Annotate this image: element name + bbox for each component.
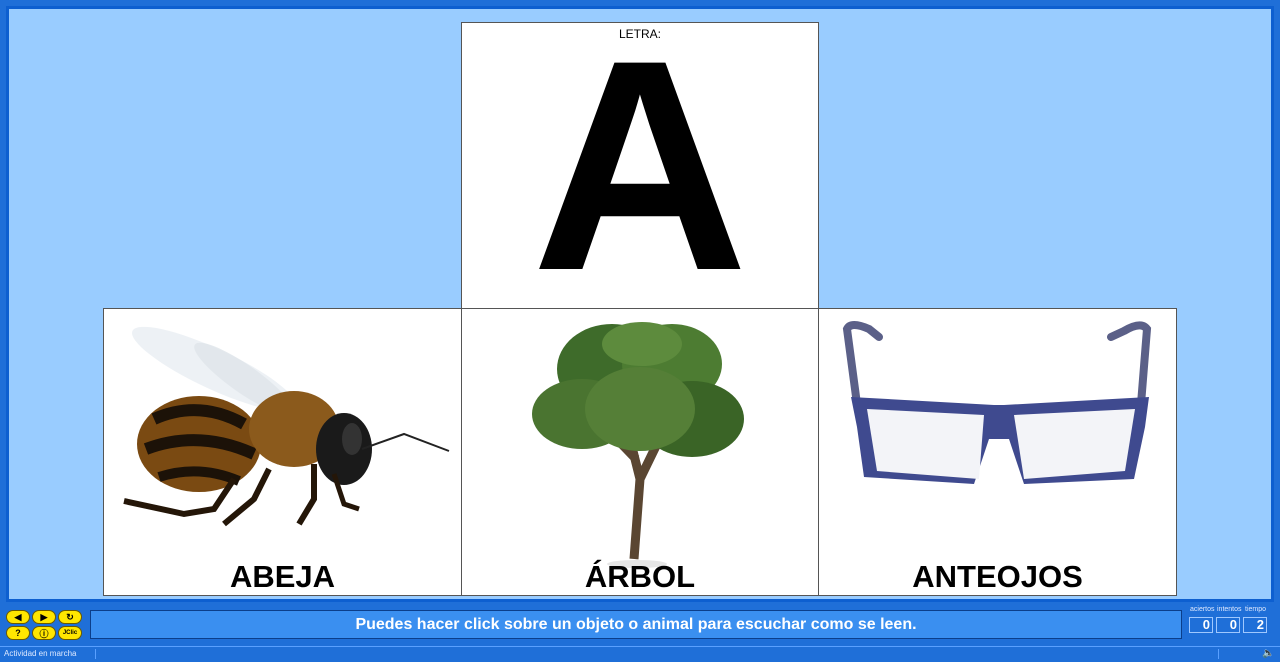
message-box: Puedes hacer click sobre un objeto o ani…	[90, 610, 1182, 639]
tree-picture	[532, 322, 744, 568]
glasses-picture	[842, 321, 1152, 484]
info-icon[interactable]: ⓘ	[32, 626, 56, 640]
aciertos-counter: 0	[1189, 617, 1213, 633]
status-bar: Actividad en marcha 🔈	[0, 646, 1280, 662]
aciertos-label: aciertos	[1190, 606, 1215, 613]
bee-picture	[123, 326, 450, 527]
control-bar: ◀ ▶ ↻ ? ⓘ JClic Puedes hacer click sobre…	[0, 602, 1280, 646]
intentos-counter: 0	[1216, 617, 1240, 633]
tiempo-label: tiempo	[1245, 606, 1267, 613]
activity-stage: LETRA: A ABEJA ÁRBOL ANTEOJOS	[6, 6, 1274, 602]
word-anteojos: ANTEOJOS	[912, 559, 1083, 594]
prev-icon[interactable]: ◀	[6, 610, 30, 624]
status-text: Actividad en marcha	[4, 649, 77, 658]
jclic-icon[interactable]: JClic	[58, 626, 82, 640]
speaker-icon[interactable]: 🔈	[1262, 648, 1274, 659]
card-abeja[interactable]: ABEJA	[103, 308, 462, 596]
next-icon[interactable]: ▶	[32, 610, 56, 624]
restart-icon[interactable]: ↻	[58, 610, 82, 624]
status-divider	[1218, 649, 1219, 659]
word-abeja: ABEJA	[229, 559, 336, 594]
help-icon[interactable]: ?	[6, 626, 30, 640]
letter-panel: LETRA: A	[461, 22, 819, 310]
card-arbol[interactable]: ÁRBOL	[461, 308, 819, 596]
card-anteojos[interactable]: ANTEOJOS	[818, 308, 1177, 596]
word-arbol: ÁRBOL	[584, 559, 696, 594]
intentos-label: intentos	[1217, 606, 1242, 613]
tiempo-counter: 2	[1243, 617, 1267, 633]
big-letter: A	[531, 22, 749, 310]
status-divider	[95, 649, 96, 659]
